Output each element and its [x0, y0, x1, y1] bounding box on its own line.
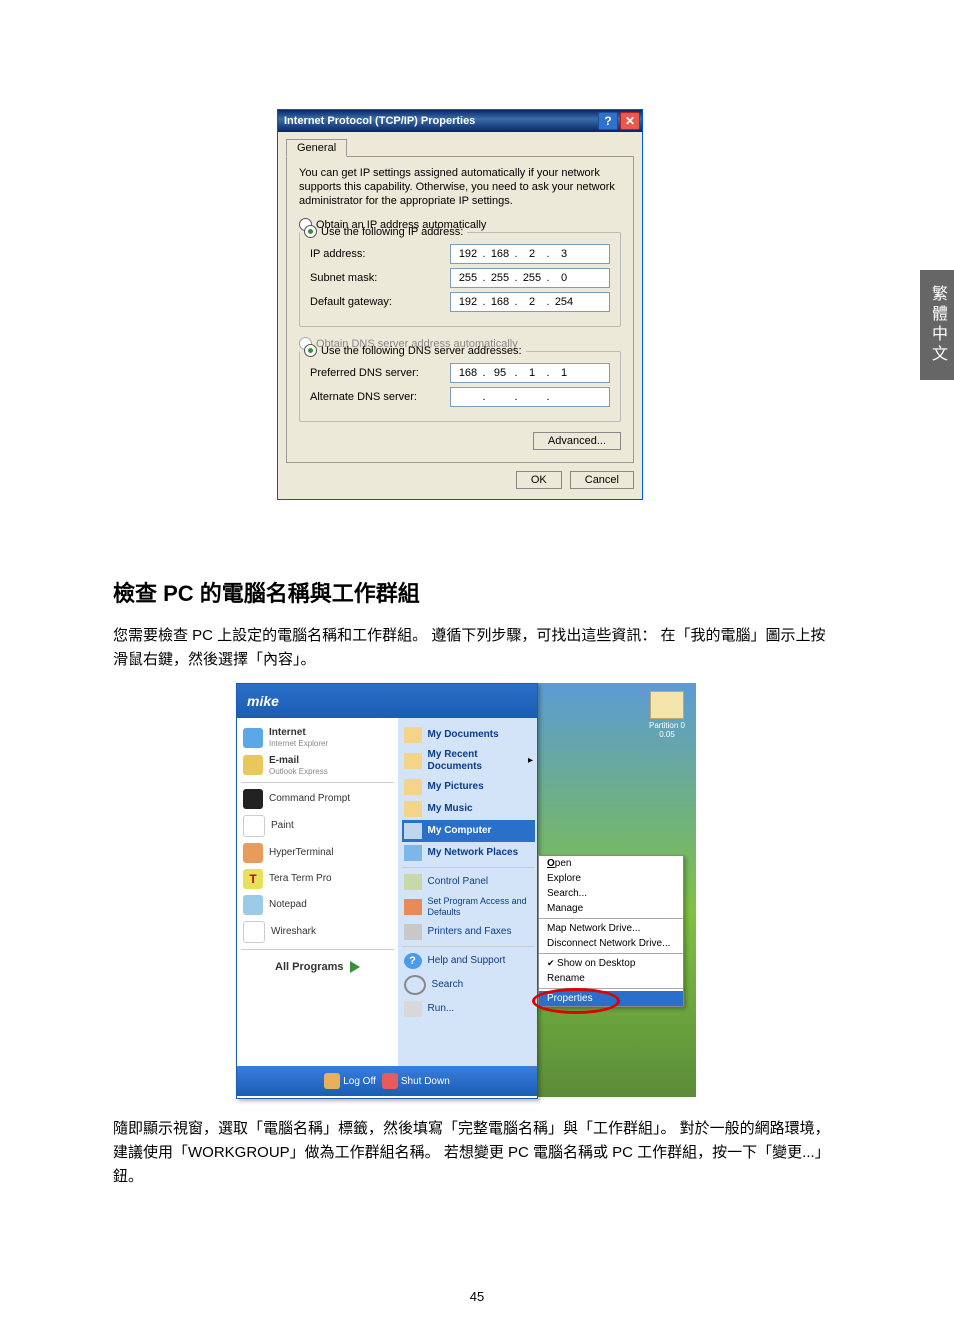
- cancel-button[interactable]: Cancel: [570, 471, 634, 489]
- my-music[interactable]: My Music: [402, 798, 535, 820]
- my-pictures[interactable]: My Pictures: [402, 776, 535, 798]
- recycle-bin-icon: Partition 0 0.05: [646, 691, 688, 739]
- page-number: 45: [470, 1289, 484, 1304]
- radio-use-dns[interactable]: Use the following DNS server addresses:: [300, 344, 526, 357]
- ctx-rename[interactable]: Rename: [539, 971, 683, 986]
- start-internet[interactable]: InternetInternet Explorer: [241, 724, 394, 752]
- context-menu: Open Explore Search... Manage Map Networ…: [538, 855, 684, 1007]
- all-programs[interactable]: All Programs: [241, 953, 394, 981]
- highlight-oval: [532, 988, 620, 1014]
- dialog-title: Internet Protocol (TCP/IP) Properties: [284, 115, 475, 127]
- my-computer[interactable]: My Computer: [402, 820, 535, 842]
- start-user: mike: [237, 684, 537, 718]
- adns-label: Alternate DNS server:: [310, 391, 450, 403]
- ctx-show-desktop[interactable]: Show on Desktop: [539, 956, 683, 971]
- pdns-label: Preferred DNS server:: [310, 367, 450, 379]
- ctx-disconnect-drive[interactable]: Disconnect Network Drive...: [539, 936, 683, 951]
- radio-icon: [304, 344, 317, 357]
- radio-icon: [304, 225, 317, 238]
- set-program-access[interactable]: Set Program Access and Defaults: [402, 893, 535, 921]
- start-menu-screenshot: Partition 0 0.05 mike InternetInternet E…: [236, 683, 696, 1097]
- ctx-manage[interactable]: Manage: [539, 901, 683, 916]
- ctx-explore[interactable]: Explore: [539, 871, 683, 886]
- dialog-titlebar: Internet Protocol (TCP/IP) Properties ? …: [278, 110, 642, 132]
- arrow-right-icon: [350, 961, 360, 973]
- start-teraterm[interactable]: TTera Term Pro: [241, 866, 394, 892]
- ip-label: IP address:: [310, 248, 450, 260]
- default-gateway-input[interactable]: 192. 168. 2. 254: [450, 292, 610, 312]
- advanced-button[interactable]: Advanced...: [533, 432, 621, 450]
- run[interactable]: Run...: [402, 998, 535, 1020]
- close-button[interactable]: ✕: [620, 112, 640, 130]
- start-panel: mike InternetInternet Explorer E-mailOut…: [236, 683, 538, 1099]
- gateway-label: Default gateway:: [310, 296, 450, 308]
- ip-address-input[interactable]: 192. 168. 2. 3: [450, 244, 610, 264]
- my-network-places[interactable]: My Network Places: [402, 842, 535, 864]
- start-paint[interactable]: Paint: [241, 812, 394, 840]
- start-cmd[interactable]: Command Prompt: [241, 786, 394, 812]
- ctx-search[interactable]: Search...: [539, 886, 683, 901]
- tcpip-properties-dialog: Internet Protocol (TCP/IP) Properties ? …: [277, 109, 643, 500]
- help-button[interactable]: ?: [598, 112, 618, 130]
- subnet-mask-input[interactable]: 255. 255. 255. 0: [450, 268, 610, 288]
- my-documents[interactable]: My Documents: [402, 724, 535, 746]
- search[interactable]: Search: [402, 972, 535, 998]
- preferred-dns-input[interactable]: 168. 95. 1. 1: [450, 363, 610, 383]
- ok-button[interactable]: OK: [516, 471, 562, 489]
- info-text: You can get IP settings assigned automat…: [299, 167, 621, 208]
- alternate-dns-input[interactable]: . . .: [450, 387, 610, 407]
- paragraph-2: 隨即顯示視窗，選取「電腦名稱」標籤，然後填寫「完整電腦名稱」與「工作群組」。 對…: [113, 1117, 835, 1189]
- help-support[interactable]: ?Help and Support: [402, 950, 535, 972]
- radio-use-ip[interactable]: Use the following IP address:: [300, 225, 467, 238]
- start-wireshark[interactable]: Wireshark: [241, 918, 394, 946]
- start-email[interactable]: E-mailOutlook Express: [241, 752, 394, 780]
- printers-faxes[interactable]: Printers and Faxes: [402, 921, 535, 943]
- my-recent-docs[interactable]: My Recent Documents▸: [402, 746, 535, 776]
- general-tab[interactable]: General: [286, 139, 347, 157]
- paragraph-1: 您需要檢查 PC 上設定的電腦名稱和工作群組。 遵循下列步驟，可找出這些資訊： …: [113, 624, 835, 672]
- start-notepad[interactable]: Notepad: [241, 892, 394, 918]
- log-off-button[interactable]: Log Off: [324, 1073, 376, 1089]
- section-heading: 檢查 PC 的電腦名稱與工作群組: [113, 576, 420, 608]
- mask-label: Subnet mask:: [310, 272, 450, 284]
- start-hyperterminal[interactable]: HyperTerminal: [241, 840, 394, 866]
- ctx-open[interactable]: Open: [539, 856, 683, 871]
- side-language-tab: 繁體中文: [920, 270, 954, 380]
- shut-down-button[interactable]: Shut Down: [382, 1073, 450, 1089]
- ctx-map-drive[interactable]: Map Network Drive...: [539, 921, 683, 936]
- control-panel[interactable]: Control Panel: [402, 871, 535, 893]
